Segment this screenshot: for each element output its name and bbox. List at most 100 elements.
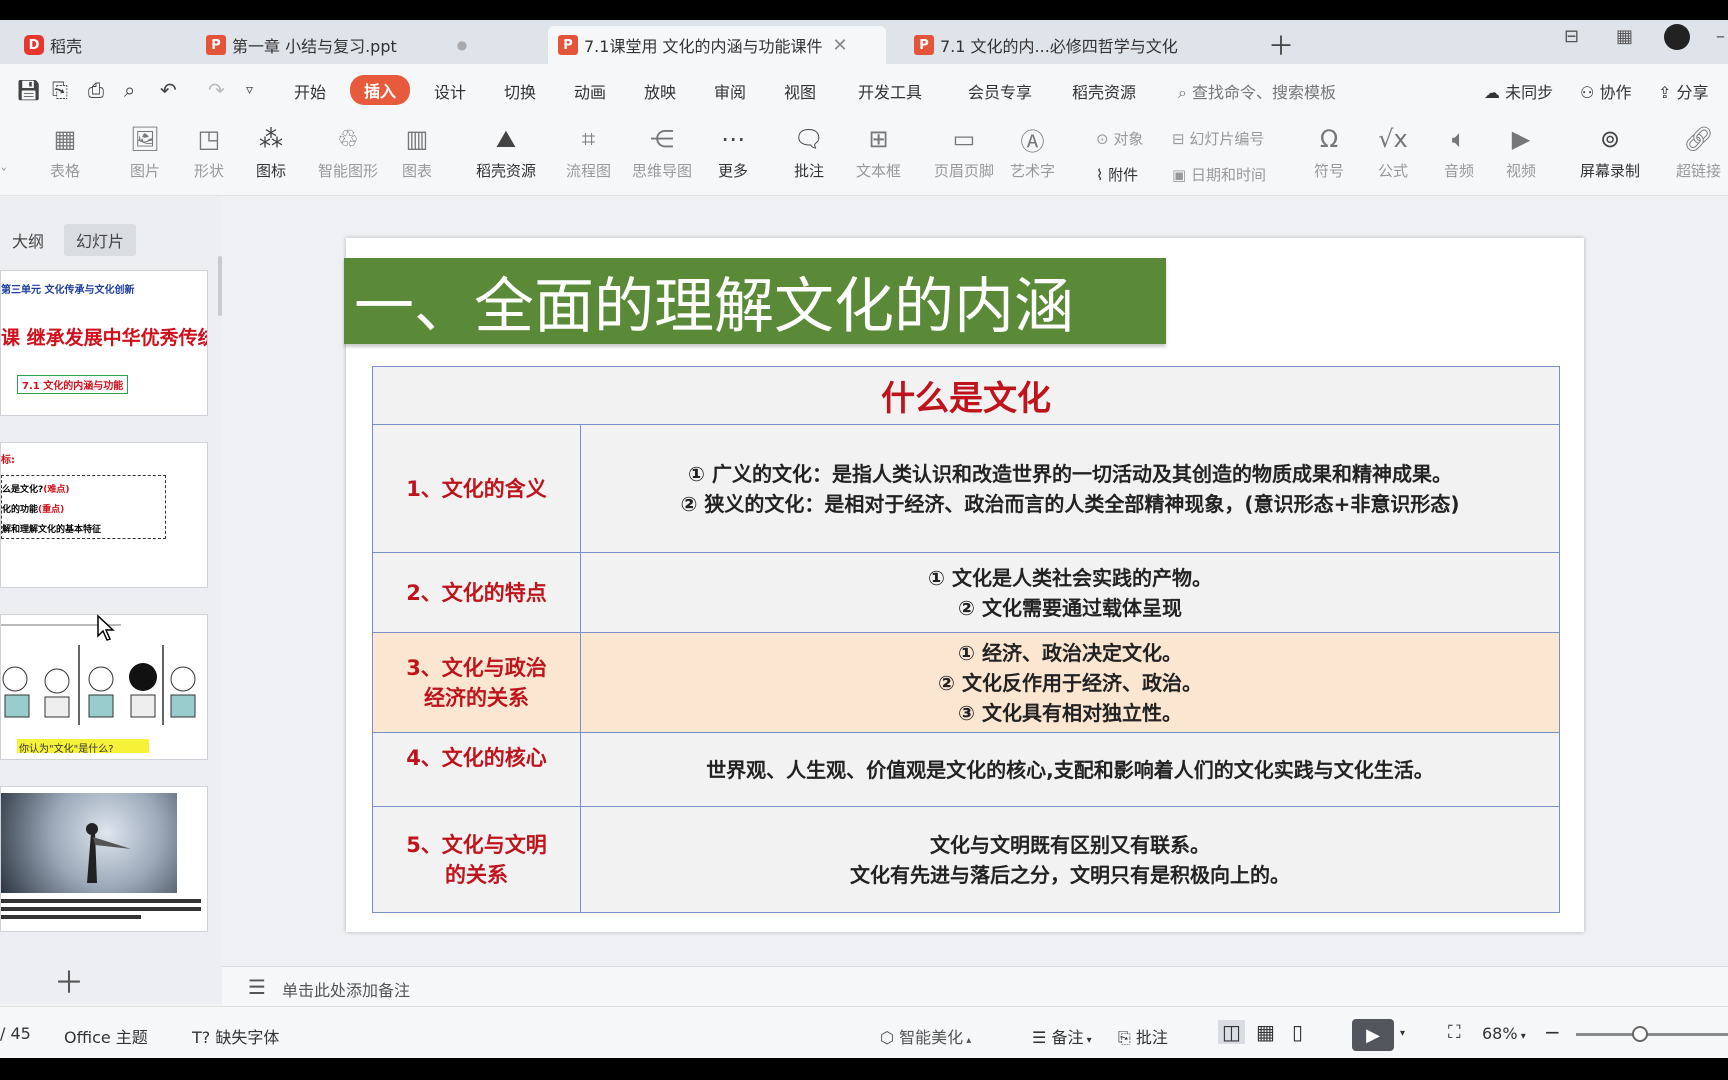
slide-number-button[interactable]: ⊟ 幻灯片编号 bbox=[1172, 128, 1264, 149]
fit-window-icon[interactable]: ⛶ bbox=[1448, 1022, 1461, 1043]
row-key[interactable]: 2、文化的特点 bbox=[372, 552, 581, 633]
slide-thumbnail-1[interactable]: 第三单元 文化传承与文化创新 课 继承发展中华优秀传统文化 7.1 文化的内涵与… bbox=[0, 270, 208, 416]
header-footer-button[interactable]: ▭ 页眉页脚 bbox=[934, 122, 994, 181]
value-line: ② 文化需要通过载体呈现 bbox=[958, 595, 1182, 620]
command-search[interactable]: ⌕ 查找命令、搜索模板 bbox=[1178, 79, 1336, 103]
zoom-slider[interactable] bbox=[1576, 1026, 1728, 1042]
collaborate-button[interactable]: ⚇ 协作 bbox=[1580, 79, 1631, 103]
insert-flowchart-button[interactable]: ⌗ 流程图 bbox=[566, 122, 611, 181]
missing-font-button[interactable]: T? 缺失字体 bbox=[192, 1024, 279, 1048]
more-button[interactable]: ⋯ 更多 bbox=[716, 122, 750, 181]
share-icon: ⇪ bbox=[1658, 83, 1677, 102]
ribbon-label: 对象 bbox=[1113, 130, 1144, 148]
share-button[interactable]: ⇪ 分享 bbox=[1658, 79, 1709, 103]
print-icon[interactable]: ⎙ bbox=[88, 78, 104, 102]
sorter-view-icon[interactable]: ▦ bbox=[1256, 1020, 1275, 1044]
row-value[interactable]: ① 经济、政治决定文化。 ② 文化反作用于经济、政治。 ③ 文化具有相对独立性。 bbox=[580, 632, 1560, 733]
insert-chart-button[interactable]: ▥ 图表 bbox=[400, 122, 434, 181]
menu-transition[interactable]: 切换 bbox=[504, 79, 536, 103]
menu-design[interactable]: 设计 bbox=[434, 79, 466, 103]
customize-quick-access-icon[interactable]: ▿ bbox=[246, 82, 253, 98]
insert-symbol-button[interactable]: Ω 符号 bbox=[1312, 122, 1346, 181]
add-slide-icon[interactable]: ＋ bbox=[54, 958, 84, 1002]
notes-placeholder[interactable]: 单击此处添加备注 bbox=[282, 977, 410, 1001]
zoom-slider-knob[interactable] bbox=[1632, 1026, 1648, 1042]
redo-icon[interactable]: ↷ bbox=[208, 78, 225, 102]
insert-textbox-button[interactable]: ⊞ 文本框 bbox=[856, 122, 901, 181]
notes-toggle-button[interactable]: ☰ 备注 ▾ bbox=[1032, 1024, 1092, 1048]
table-header[interactable]: 什么是文化 bbox=[372, 366, 1560, 425]
row-value[interactable]: ① 文化是人类社会实践的产物。 ② 文化需要通过载体呈现 bbox=[580, 552, 1560, 633]
paperclip-icon: ⌇ bbox=[1096, 166, 1109, 184]
culture-table[interactable]: 什么是文化 1、文化的含义 ① 广义的文化：是指人类认识和改造世界的一切活动及其… bbox=[372, 366, 1560, 913]
minimize-icon[interactable]: – bbox=[1716, 26, 1725, 47]
insert-mindmap-button[interactable]: ⋲ 思维导图 bbox=[632, 122, 692, 181]
menu-start[interactable]: 开始 bbox=[294, 79, 326, 103]
menu-member[interactable]: 会员专享 bbox=[968, 79, 1032, 103]
menu-review[interactable]: 审阅 bbox=[714, 79, 746, 103]
row-value[interactable]: 文化与文明既有区别又有联系。 文化有先进与落后之分，文明只有是积极向上的。 bbox=[580, 806, 1560, 913]
reading-view-icon[interactable]: ▯ bbox=[1292, 1020, 1303, 1044]
row-key[interactable]: 3、文化与政治 经济的关系 bbox=[372, 632, 581, 733]
row-value[interactable]: 世界观、人生观、价值观是文化的核心,支配和影响着人们的文化实践与文化生活。 bbox=[580, 732, 1560, 807]
docer-resources-button[interactable]: ⛰ 稻壳资源 bbox=[476, 122, 536, 181]
menu-docer-resources[interactable]: 稻壳资源 bbox=[1072, 79, 1136, 103]
menu-view[interactable]: 视图 bbox=[784, 79, 816, 103]
save-icon[interactable]: 💾︎ bbox=[16, 78, 41, 102]
screen-record-button[interactable]: ⊚ 屏幕录制 bbox=[1580, 122, 1640, 181]
play-slideshow-button[interactable]: ▶ bbox=[1352, 1019, 1394, 1051]
row-value[interactable]: ① 广义的文化：是指人类认识和改造世界的一切活动及其创造的物质成果和精神成果。 … bbox=[580, 424, 1560, 553]
insert-comment-button[interactable]: 🗨︎ 批注 bbox=[792, 122, 826, 181]
insert-audio-button[interactable]: 🔈︎ 音频 bbox=[1442, 122, 1476, 181]
insert-shape-button[interactable]: ◳ 形状 bbox=[192, 122, 226, 181]
tab-daoke[interactable]: D 稻壳 bbox=[14, 26, 194, 64]
hyperlink-button[interactable]: 🔗︎ 超链接 bbox=[1676, 122, 1721, 181]
export-icon[interactable]: ⎘ bbox=[52, 78, 68, 102]
caret-down-icon: ▾ bbox=[1517, 1031, 1526, 1042]
menu-animation[interactable]: 动画 bbox=[574, 79, 606, 103]
insert-image-button[interactable]: 🖼︎ 图片 bbox=[128, 122, 162, 181]
datetime-button[interactable]: ▣ 日期和时间 bbox=[1172, 164, 1266, 185]
insert-icons-button[interactable]: ⁂ 图标 bbox=[254, 122, 288, 181]
comment-toggle-button[interactable]: ⎘ 批注 bbox=[1118, 1024, 1168, 1048]
close-tab-icon[interactable]: ✕ bbox=[833, 35, 848, 56]
insert-table-button[interactable]: ▦ 表格 bbox=[48, 122, 82, 181]
normal-view-icon[interactable]: ◫ bbox=[1218, 1020, 1245, 1044]
add-tab-icon[interactable]: ＋ bbox=[1268, 26, 1294, 63]
window-layout-icon[interactable]: ⊟ bbox=[1564, 26, 1579, 47]
smart-beautify-button[interactable]: ⬡ 智能美化 ▴ bbox=[880, 1024, 971, 1048]
insert-formula-button[interactable]: √x 公式 bbox=[1376, 122, 1410, 181]
insert-object-button[interactable]: ⊙ 对象 bbox=[1096, 128, 1143, 149]
theme-name[interactable]: Office 主题 bbox=[64, 1024, 148, 1048]
slide-thumbnail-panel: 大纲 幻灯片 第三单元 文化传承与文化创新 课 继承发展中华优秀传统文化 7.1… bbox=[0, 196, 222, 1004]
wordart-button[interactable]: Ⓐ 艺术字 bbox=[1010, 122, 1055, 181]
tab-outline[interactable]: 大纲 bbox=[0, 224, 56, 256]
insert-smartart-button[interactable]: ♲ 智能图形 bbox=[318, 122, 378, 181]
row-key[interactable]: 1、文化的含义 bbox=[372, 424, 581, 553]
row-key[interactable]: 4、文化的核心 bbox=[372, 732, 581, 807]
avatar[interactable] bbox=[1664, 24, 1690, 50]
preview-icon[interactable]: ⌕ bbox=[124, 78, 135, 102]
row-key[interactable]: 5、文化与文明 的关系 bbox=[372, 806, 581, 913]
menu-developer[interactable]: 开发工具 bbox=[858, 79, 922, 103]
sync-status[interactable]: ☁ 未同步 bbox=[1484, 79, 1553, 103]
speaker-notes-bar[interactable]: ☰ 单击此处添加备注 bbox=[222, 966, 1728, 1006]
undo-icon[interactable]: ↶ bbox=[160, 78, 177, 102]
insert-attachment-button[interactable]: ⌇ 附件 bbox=[1096, 164, 1138, 185]
tab-review-ppt[interactable]: P 第一章 小结与复习.ppt ● bbox=[196, 26, 540, 64]
tab-active-document[interactable]: P 7.1课堂用 文化的内涵与功能课件 ✕ bbox=[548, 26, 886, 64]
slide-editor-canvas[interactable]: 一、全面的理解文化的内涵 什么是文化 1、文化的含义 ① 广义的文化：是指人类认… bbox=[222, 196, 1728, 966]
zoom-out-icon[interactable]: − bbox=[1544, 1020, 1561, 1044]
current-slide[interactable]: 一、全面的理解文化的内涵 什么是文化 1、文化的含义 ① 广义的文化：是指人类认… bbox=[344, 238, 1584, 932]
slide-thumbnail-4[interactable] bbox=[0, 786, 208, 932]
tab-slides[interactable]: 幻灯片 bbox=[64, 224, 137, 256]
slide-title[interactable]: 一、全面的理解文化的内涵 bbox=[344, 258, 1166, 344]
zoom-level[interactable]: 68% ▾ bbox=[1482, 1024, 1526, 1043]
menu-insert[interactable]: 插入 bbox=[350, 75, 411, 105]
slide-thumbnail-2[interactable]: 标: 么是文化?(难点) 化的功能(重点) 解和理解文化的基本特征 bbox=[0, 442, 208, 588]
insert-video-button[interactable]: ▶ 视频 bbox=[1504, 122, 1538, 181]
tab-philosophy[interactable]: P 7.1 文化的内...必修四哲学与文化 bbox=[904, 26, 1250, 64]
play-options-caret-icon[interactable]: ▾ bbox=[1400, 1028, 1405, 1039]
menu-slideshow[interactable]: 放映 bbox=[644, 79, 676, 103]
grid-apps-icon[interactable]: ▦ bbox=[1616, 26, 1633, 47]
